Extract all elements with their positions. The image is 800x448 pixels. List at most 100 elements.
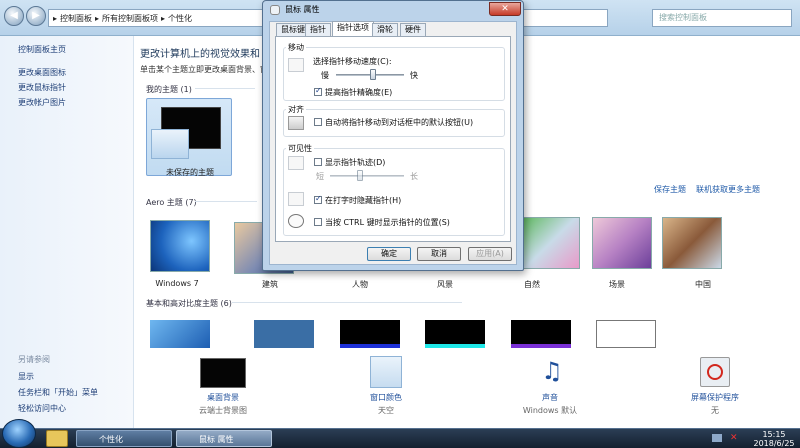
sound-link[interactable]: 声音	[505, 392, 595, 403]
breadcrumb-separator: ▸	[161, 13, 166, 23]
window-color-icon[interactable]	[370, 356, 402, 388]
theme-label-nature: 自然	[524, 280, 540, 289]
taskbar-item-personalization[interactable]: 个性化	[76, 430, 172, 447]
pointer-trails-slider[interactable]	[330, 175, 404, 177]
search-input[interactable]: 搜索控制面板	[652, 9, 792, 27]
theme-basic-3[interactable]	[340, 320, 400, 348]
theme-basic-6[interactable]	[596, 320, 656, 348]
theme-scenes[interactable]	[592, 217, 652, 269]
screen-saver-icon[interactable]	[700, 357, 730, 387]
save-theme-link[interactable]: 保存主题	[654, 184, 686, 195]
theme-label-scenes: 场景	[609, 280, 625, 289]
snap-to-default-label: 自动将指针移动到对话框中的默认按钮(U)	[325, 118, 474, 127]
pointer-speed-label: 选择指针移动速度(C):	[313, 57, 392, 66]
theme-color-swatch	[151, 129, 189, 159]
enhance-precision-checkbox[interactable]	[314, 86, 322, 96]
theme-label-unsaved: 未保存的主题	[166, 168, 214, 177]
hide-while-typing-checkbox[interactable]	[314, 194, 322, 204]
desktop-background-link[interactable]: 桌面背景	[178, 392, 268, 403]
theme-china[interactable]	[662, 217, 722, 269]
theme-label-china: 中国	[695, 280, 711, 289]
network-tray-icon[interactable]	[712, 434, 722, 442]
link-control-panel-home[interactable]: 控制面板主页	[18, 44, 66, 55]
tab-wheel[interactable]: 滑轮	[372, 23, 398, 36]
no-entry-icon	[707, 364, 723, 380]
link-display[interactable]: 显示	[18, 371, 34, 382]
breadcrumb-personalization[interactable]: 个性化	[168, 13, 192, 24]
theme-unsaved[interactable]	[146, 98, 232, 176]
mouse-icon	[270, 5, 280, 15]
clock-date: 2018/6/25	[753, 439, 795, 448]
breadcrumb-control-panel[interactable]: 控制面板	[60, 13, 92, 24]
forward-button[interactable]: ▶	[26, 6, 46, 26]
volume-tray-icon[interactable]: ✕	[730, 433, 740, 443]
system-clock[interactable]: 15:15 2018/6/25	[752, 430, 796, 448]
ok-button[interactable]: 确定	[367, 247, 411, 261]
pointer-trails-checkbox[interactable]	[314, 158, 322, 166]
tab-hardware[interactable]: 硬件	[400, 23, 426, 36]
theme-basic-4[interactable]	[425, 320, 485, 348]
section-my-themes: 我的主题 (1)	[146, 85, 192, 94]
theme-basic-1[interactable]	[150, 320, 210, 348]
window-color-link[interactable]: 窗口颜色	[341, 392, 431, 403]
dialog-title: 鼠标 属性	[285, 5, 320, 14]
sound-value: Windows 默认	[522, 406, 578, 415]
breadcrumb-separator: ▸	[95, 13, 100, 23]
group-snap-label: 对齐	[286, 104, 306, 115]
enhance-precision-label: 提高指针精确度(E)	[325, 88, 393, 97]
pointer-trails-icon	[288, 156, 304, 170]
group-motion-label: 移动	[286, 42, 306, 53]
link-change-account-picture[interactable]: 更改帐户图片	[18, 97, 66, 108]
show-location-ctrl-label: 当按 CTRL 键时显示指针的位置(S)	[325, 218, 450, 227]
pointer-trails-label: 显示指针轨迹(D)	[325, 158, 386, 167]
back-button[interactable]: ◀	[4, 6, 24, 26]
pointer-trails-slider-thumb[interactable]	[356, 170, 363, 181]
sound-icon[interactable]: ♫	[534, 356, 570, 388]
section-basic-themes: 基本和高对比度主题 (6)	[146, 299, 232, 308]
start-button[interactable]	[2, 419, 36, 448]
link-change-desktop-icons[interactable]: 更改桌面图标	[18, 67, 66, 78]
theme-windows7[interactable]	[150, 220, 210, 272]
theme-basic-2[interactable]	[254, 320, 314, 348]
link-change-mouse-pointers[interactable]: 更改鼠标指针	[18, 82, 66, 93]
breadcrumb-separator: ▸	[53, 13, 58, 23]
screen-saver-value: 无	[711, 406, 719, 415]
clock-time: 15:15	[762, 430, 786, 439]
snap-to-icon	[288, 116, 304, 130]
pointer-speed-slider-thumb[interactable]	[370, 69, 377, 80]
section-aero-themes: Aero 主题 (7)	[146, 198, 197, 207]
section-divider	[232, 302, 462, 303]
desktop-background-value: 云端士背景图	[199, 406, 247, 415]
link-ease-of-access[interactable]: 轻松访问中心	[18, 403, 66, 414]
breadcrumb-all-items[interactable]: 所有控制面板项	[102, 13, 158, 24]
show-location-ctrl-checkbox[interactable]	[314, 218, 322, 226]
trail-short-label: 短	[316, 172, 324, 181]
desktop-background-icon[interactable]	[200, 358, 246, 388]
hide-pointer-icon	[288, 192, 304, 206]
group-visibility-label: 可见性	[286, 143, 314, 154]
section-divider	[195, 201, 257, 202]
get-more-themes-link[interactable]: 联机获取更多主题	[696, 184, 760, 195]
ctrl-locate-icon	[288, 214, 304, 228]
taskbar-item-mouse-properties[interactable]: 鼠标 属性	[176, 430, 272, 447]
speed-fast-label: 快	[410, 71, 418, 80]
explorer-taskbar-icon[interactable]	[46, 430, 68, 447]
close-button[interactable]: ✕	[489, 2, 521, 16]
section-divider	[195, 88, 255, 89]
theme-basic-5[interactable]	[511, 320, 571, 348]
cancel-button[interactable]: 取消	[417, 247, 461, 261]
theme-label-people: 人物	[352, 280, 368, 289]
apply-button[interactable]: 应用(A)	[468, 247, 512, 261]
link-taskbar-start-menu[interactable]: 任务栏和「开始」菜单	[18, 387, 98, 398]
hide-while-typing-label: 在打字时隐藏指针(H)	[325, 196, 402, 205]
snap-to-default-checkbox[interactable]	[314, 118, 322, 126]
trail-long-label: 长	[410, 172, 418, 181]
speed-slow-label: 慢	[321, 71, 329, 80]
screen-saver-link[interactable]: 屏幕保护程序	[670, 392, 760, 403]
theme-label-architecture: 建筑	[262, 280, 278, 289]
pointer-speed-icon	[288, 58, 304, 72]
tab-pointers[interactable]: 指针	[305, 23, 331, 36]
page-title: 更改计算机上的视觉效果和	[140, 49, 260, 60]
tab-pointer-options[interactable]: 指针选项	[332, 21, 374, 37]
theme-nature[interactable]	[520, 217, 580, 269]
